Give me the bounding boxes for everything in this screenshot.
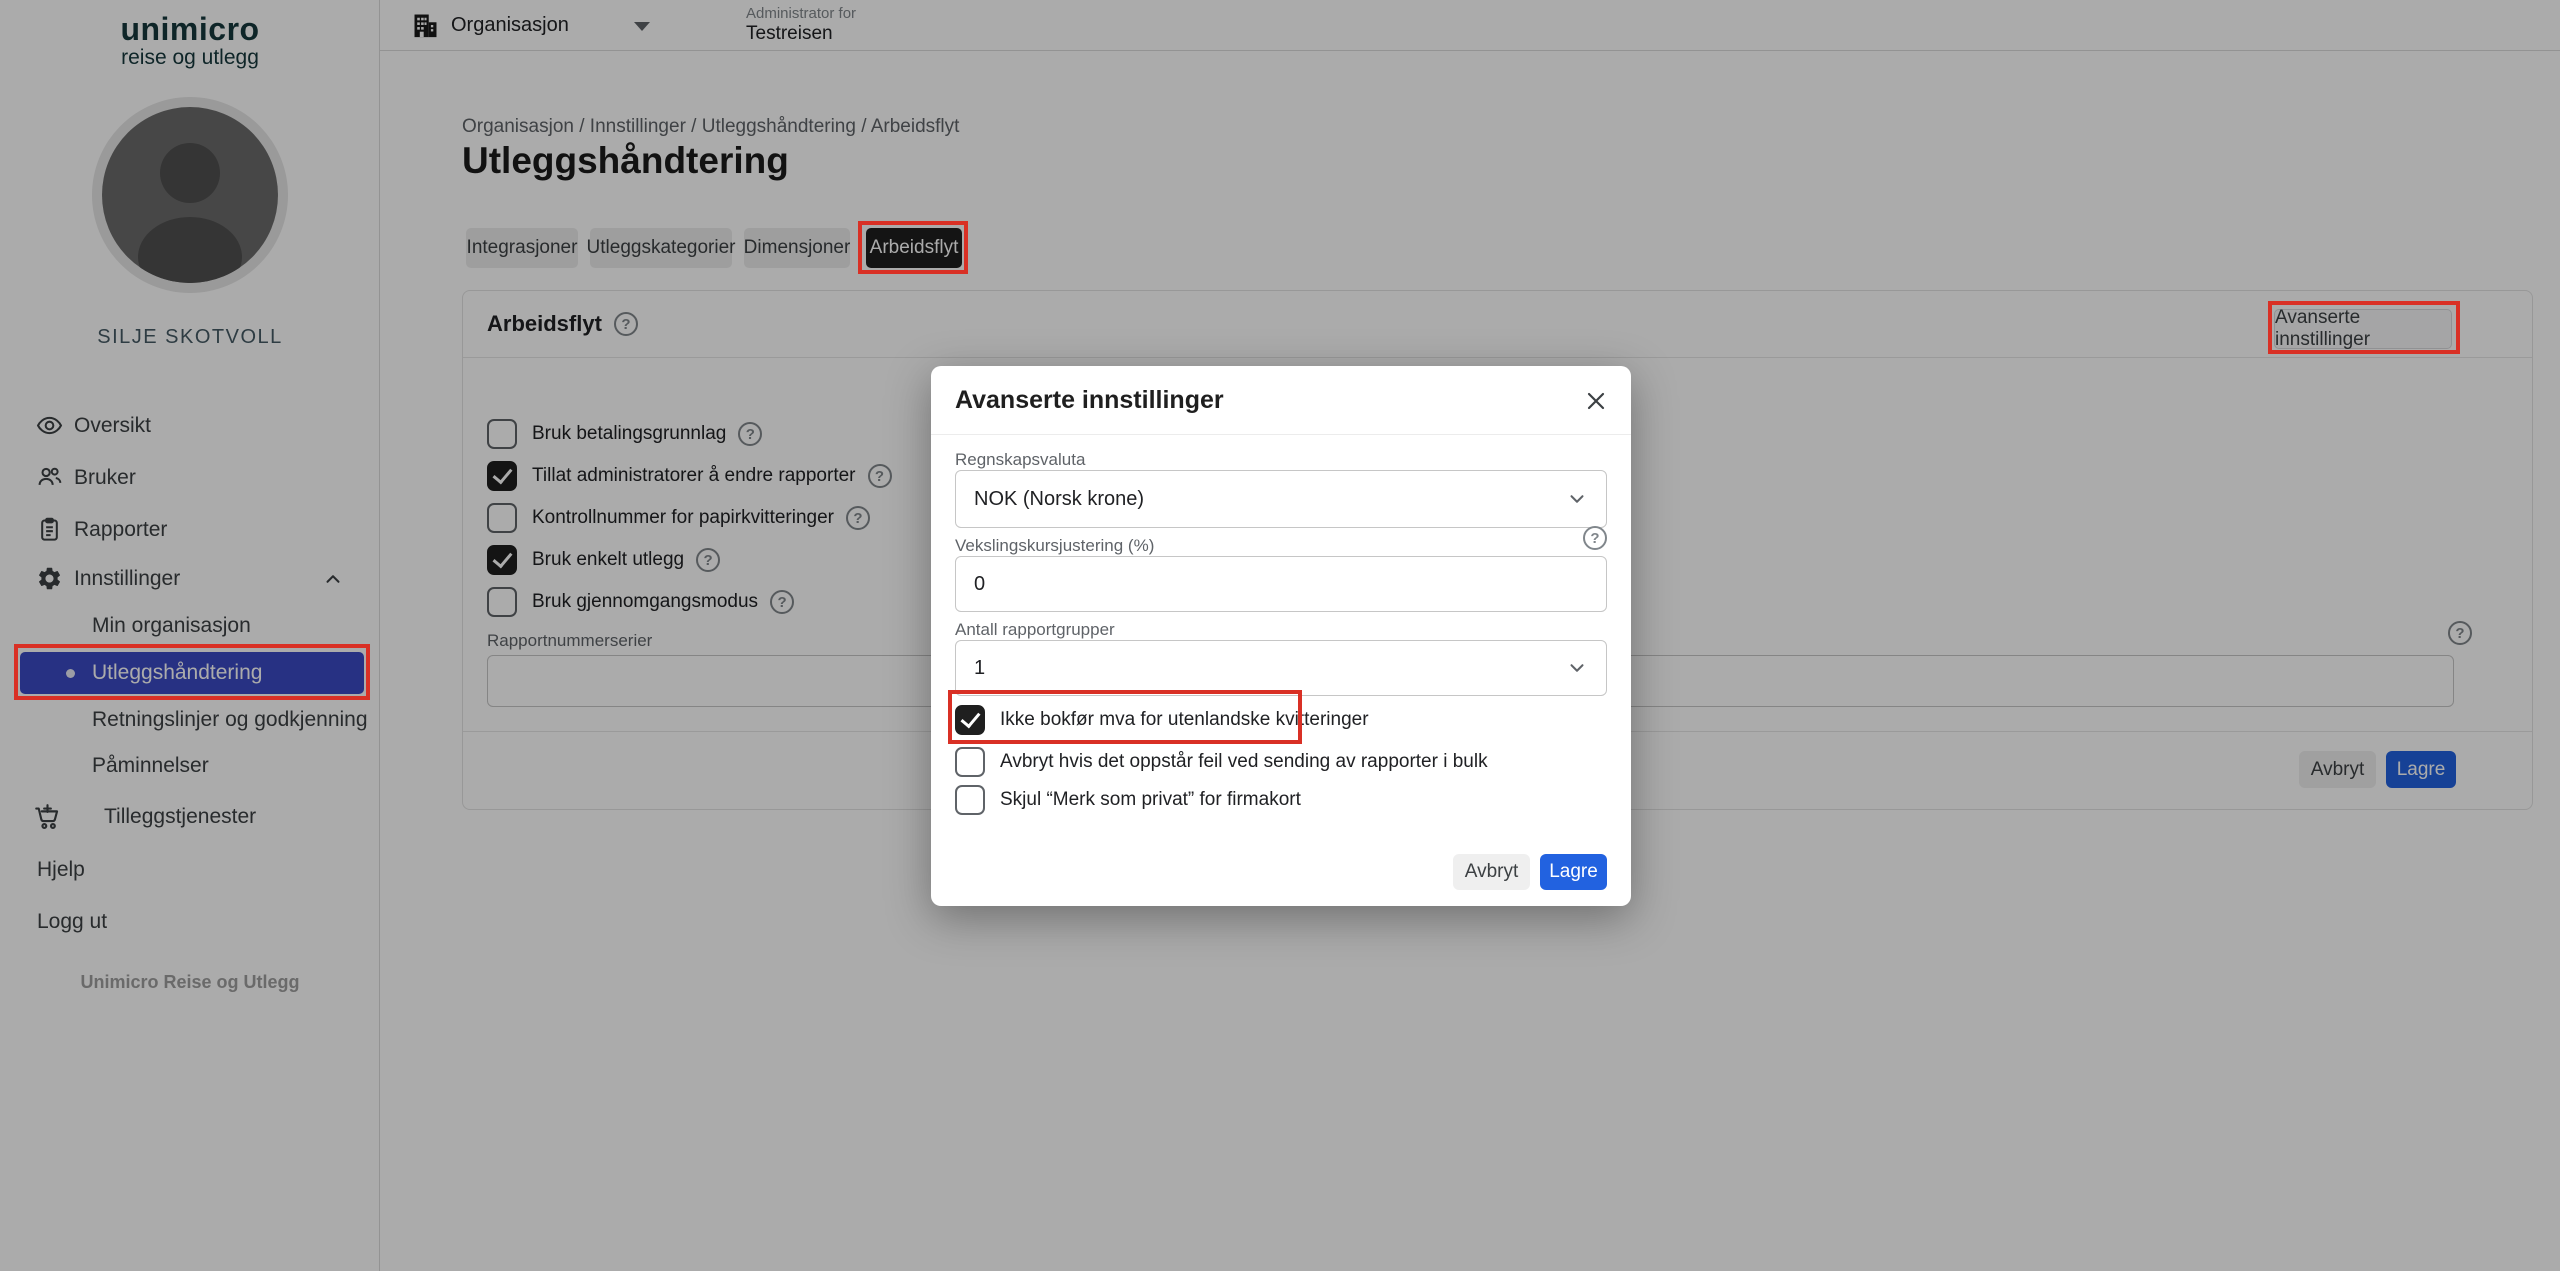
checkbox-unchecked[interactable] [955,785,985,815]
checkbox-unchecked[interactable] [955,747,985,777]
checkbox-row-ikke-bokfor-mva[interactable]: Ikke bokfør mva for utenlandske kvitteri… [955,705,1369,735]
modal-save-button[interactable]: Lagre [1540,854,1607,890]
currency-value: NOK (Norsk krone) [974,488,1144,511]
checkbox-checked[interactable] [955,705,985,735]
checkbox-row-avbryt-ved-feil[interactable]: Avbryt hvis det oppstår feil ved sending… [955,747,1488,777]
report-groups-value: 1 [974,657,985,680]
divider [931,434,1631,435]
exchange-adjustment-input[interactable]: 0 [955,556,1607,612]
checkbox-row-skjul-merk-som-privat[interactable]: Skjul “Merk som privat” for firmakort [955,785,1301,815]
checkbox-label: Skjul “Merk som privat” for firmakort [1000,789,1301,811]
exchange-adjustment-value: 0 [974,573,985,596]
checkbox-label: Avbryt hvis det oppstår feil ved sending… [1000,751,1488,773]
report-groups-label: Antall rapportgrupper [955,620,1115,640]
app-root: unimicro reise og utlegg SILJE SKOTVOLL … [0,0,2560,1271]
currency-label: Regnskapsvaluta [955,450,1085,470]
chevron-down-icon [1566,657,1588,679]
exchange-adjustment-label: Vekslingskursjustering (%) [955,536,1154,556]
modal-cancel-button[interactable]: Avbryt [1453,854,1530,890]
report-groups-select[interactable]: 1 [955,640,1607,696]
modal-header: Avanserte innstillinger [955,366,1224,434]
close-icon[interactable] [1583,388,1609,414]
advanced-settings-modal: Avanserte innstillinger Regnskapsvaluta … [931,366,1631,906]
help-icon[interactable]: ? [1583,526,1607,550]
checkbox-label: Ikke bokfør mva for utenlandske kvitteri… [1000,709,1369,731]
modal-title: Avanserte innstillinger [955,386,1224,415]
currency-select[interactable]: NOK (Norsk krone) [955,470,1607,528]
chevron-down-icon [1566,488,1588,510]
